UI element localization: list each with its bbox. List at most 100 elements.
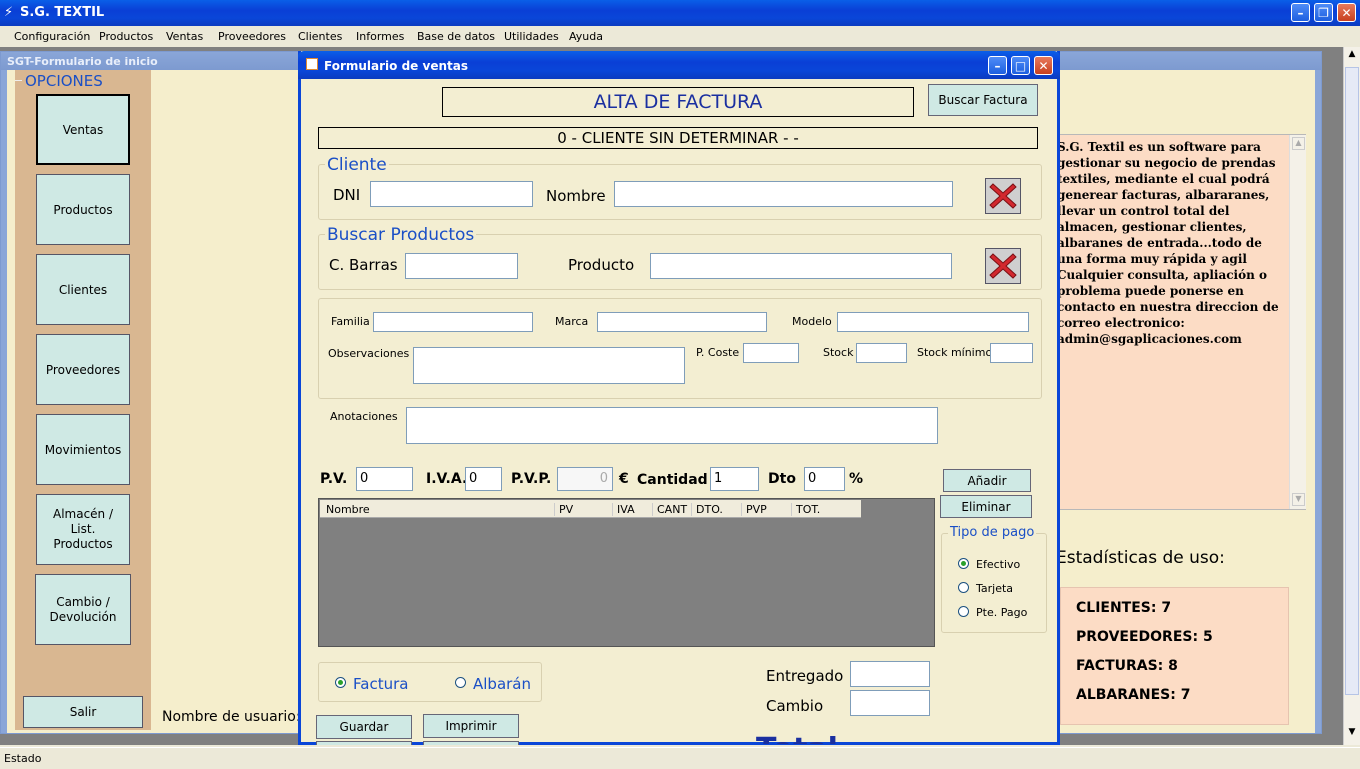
stats-facturas: FACTURAS: 8 — [1076, 658, 1178, 674]
salir-button[interactable]: Salir — [23, 696, 143, 728]
close-icon[interactable]: ✕ — [1337, 3, 1356, 22]
menu-productos[interactable]: Productos — [99, 30, 153, 43]
guardar-button[interactable]: Guardar — [316, 715, 412, 739]
stats-proveedores: PROVEEDORES: 5 — [1076, 629, 1213, 645]
tarjeta-radio[interactable] — [958, 582, 969, 593]
stats-title: Estadísticas de uso: — [1056, 548, 1225, 568]
hidden-button-right[interactable] — [423, 741, 519, 745]
col-pvp[interactable]: PVP — [741, 503, 767, 516]
menu-ayuda[interactable]: Ayuda — [569, 30, 603, 43]
buscar-factura-button[interactable]: Buscar Factura — [928, 84, 1038, 116]
iva-input[interactable]: 0 — [465, 467, 502, 491]
mdi-scroll-up-icon[interactable]: ▲ — [1346, 49, 1358, 63]
minimize-icon[interactable]: – — [1291, 3, 1310, 22]
efectivo-radio[interactable] — [958, 558, 969, 569]
clear-producto-icon[interactable] — [985, 248, 1021, 284]
ventas-button[interactable]: Ventas — [36, 94, 130, 165]
modelo-label: Modelo — [792, 315, 832, 328]
alta-factura-text: ALTA DE FACTURA — [593, 91, 763, 113]
ventas-maximize-icon[interactable]: □ — [1011, 56, 1030, 75]
menu-proveedores[interactable]: Proveedores — [218, 30, 286, 43]
inicio-title: SGT-Formulario de inicio — [7, 55, 158, 68]
info-text: S.G. Textil es un software para gestiona… — [1057, 140, 1279, 346]
ventas-title: Formulario de ventas — [324, 59, 468, 73]
dto-input[interactable]: 0 — [804, 467, 845, 491]
menu-clientes[interactable]: Clientes — [298, 30, 342, 43]
nombre-label: Nombre — [546, 187, 606, 205]
productos-button[interactable]: Productos — [36, 174, 130, 245]
percent-symbol: % — [849, 471, 864, 487]
anadir-button[interactable]: Añadir — [943, 469, 1031, 492]
observaciones-label: Observaciones — [328, 347, 410, 360]
pcoste-input[interactable] — [743, 343, 799, 363]
scroll-down-icon[interactable]: ▼ — [1292, 493, 1305, 506]
inicio-body-border — [1, 70, 7, 733]
eliminar-button[interactable]: Eliminar — [940, 495, 1032, 518]
mdi-scrollbar[interactable]: ▲ ▼ — [1343, 47, 1360, 745]
mdi-scroll-down-icon[interactable]: ▼ — [1346, 727, 1358, 741]
efectivo-label[interactable]: Efectivo — [976, 558, 1020, 571]
stats-clientes: CLIENTES: 7 — [1076, 600, 1172, 616]
anotaciones-input[interactable] — [406, 407, 938, 444]
nombre-input[interactable] — [614, 181, 953, 207]
factura-radio[interactable] — [335, 677, 346, 688]
movimientos-button[interactable]: Movimientos — [36, 414, 130, 485]
alta-factura-header: ALTA DE FACTURA — [442, 87, 914, 117]
cantidad-input[interactable]: 1 — [710, 467, 759, 491]
pvp-input: 0 — [557, 467, 613, 491]
cambio-input[interactable] — [850, 690, 930, 716]
info-textbox: S.G. Textil es un software para gestiona… — [1050, 134, 1306, 510]
stock-input[interactable] — [856, 343, 907, 363]
menu-base-datos[interactable]: Base de datos — [417, 30, 495, 43]
menu-informes[interactable]: Informes — [356, 30, 404, 43]
stats-albaranes: ALBARANES: 7 — [1076, 687, 1191, 703]
pv-input[interactable]: 0 — [356, 467, 413, 491]
factura-label[interactable]: Factura — [353, 675, 408, 693]
pte-pago-label[interactable]: Pte. Pago — [976, 606, 1027, 619]
col-cant[interactable]: CANT — [652, 503, 687, 516]
scroll-up-icon[interactable]: ▲ — [1292, 137, 1305, 150]
modelo-input[interactable] — [837, 312, 1029, 332]
observaciones-input[interactable] — [413, 347, 685, 384]
clear-cliente-icon[interactable] — [985, 178, 1021, 214]
col-nombre[interactable]: Nombre — [326, 503, 370, 516]
ventas-close-icon[interactable]: ✕ — [1034, 56, 1053, 75]
col-dto[interactable]: DTO. — [691, 503, 723, 516]
menu-configuracion[interactable]: Configuración — [14, 30, 90, 43]
proveedores-button[interactable]: Proveedores — [36, 334, 130, 405]
imprimir-button[interactable]: Imprimir — [423, 714, 519, 738]
familia-input[interactable] — [373, 312, 533, 332]
restore-icon[interactable]: ❐ — [1314, 3, 1333, 22]
mdi-scroll-thumb[interactable] — [1345, 67, 1359, 695]
hidden-button-left[interactable] — [316, 741, 412, 745]
col-pv[interactable]: PV — [554, 503, 573, 516]
stock-label: Stock — [823, 346, 854, 359]
albaran-label[interactable]: Albarán — [473, 675, 531, 693]
tarjeta-label[interactable]: Tarjeta — [976, 582, 1013, 595]
cambio-devolucion-button[interactable]: Cambio / Devolución — [35, 574, 131, 645]
total-label: Total — [756, 735, 838, 744]
albaran-radio[interactable] — [455, 677, 466, 688]
entregado-input[interactable] — [850, 661, 930, 687]
col-tot[interactable]: TOT. — [791, 503, 820, 516]
form-icon — [306, 58, 318, 70]
almacen-button[interactable]: Almacén / List. Productos — [36, 494, 130, 565]
marca-input[interactable] — [597, 312, 767, 332]
entregado-label: Entregado — [766, 667, 844, 685]
cbarras-input[interactable] — [405, 253, 518, 279]
opciones-label: OPCIONES — [25, 72, 103, 90]
cambio-label: Cambio — [766, 697, 824, 715]
lineas-grid[interactable]: Nombre PV IVA CANT DTO. PVP TOT. — [318, 498, 935, 647]
dni-label: DNI — [333, 186, 361, 204]
menu-ventas[interactable]: Ventas — [166, 30, 203, 43]
stockmin-input[interactable] — [990, 343, 1033, 363]
clientes-button[interactable]: Clientes — [36, 254, 130, 325]
info-scrollbar[interactable]: ▲ ▼ — [1289, 135, 1306, 509]
username-label: Nombre de usuario: A — [162, 709, 315, 725]
dni-input[interactable] — [370, 181, 533, 207]
producto-input[interactable] — [650, 253, 952, 279]
pte-pago-radio[interactable] — [958, 606, 969, 617]
ventas-minimize-icon[interactable]: – — [988, 56, 1007, 75]
col-iva[interactable]: IVA — [612, 503, 635, 516]
menu-utilidades[interactable]: Utilidades — [504, 30, 559, 43]
